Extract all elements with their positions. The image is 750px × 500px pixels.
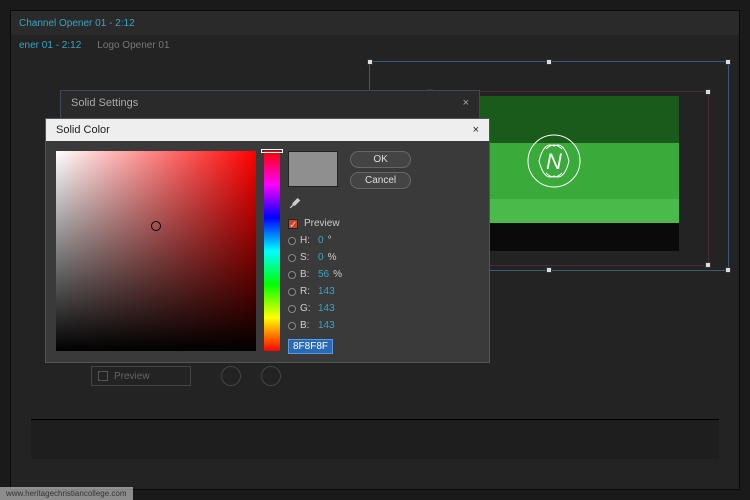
knob-icon[interactable]: [261, 366, 281, 386]
field-label: B:: [300, 269, 314, 280]
field-label: S:: [300, 252, 314, 263]
hue-slider[interactable]: [264, 151, 280, 351]
cancel-button[interactable]: Cancel: [350, 172, 411, 189]
checkbox-icon[interactable]: [98, 371, 108, 381]
radio-icon[interactable]: [288, 254, 296, 262]
spectrum-cursor-icon[interactable]: [151, 221, 161, 231]
handle-icon[interactable]: [705, 262, 711, 268]
top-toolbar: Channel Opener 01 - 2:12: [11, 11, 739, 35]
tab-inactive[interactable]: Logo Opener 01: [97, 40, 169, 51]
dialog-title: Solid Settings: [71, 97, 138, 109]
hex-input[interactable]: 8F8F8F: [288, 339, 333, 354]
hue-cursor-icon[interactable]: [261, 149, 283, 153]
field-value[interactable]: 0: [318, 252, 324, 263]
field-label: B:: [300, 320, 314, 331]
preview-toggle-box[interactable]: Preview: [91, 366, 191, 386]
tab-active[interactable]: ener 01 - 2:12: [19, 40, 81, 51]
ornate-logo-icon: N: [524, 131, 584, 191]
watermark: www.heritagechristiancollege.com: [0, 487, 133, 500]
field-label: R:: [300, 286, 314, 297]
close-icon[interactable]: ×: [473, 124, 479, 136]
preview-label: Preview: [304, 218, 340, 229]
timeline-panel[interactable]: [31, 419, 719, 459]
handle-icon[interactable]: [705, 89, 711, 95]
handle-icon[interactable]: [725, 59, 731, 65]
handle-icon[interactable]: [725, 267, 731, 273]
field-label: G:: [300, 303, 314, 314]
solid-color-dialog: Solid Color × OK Cancel ✓: [45, 118, 490, 363]
radio-icon[interactable]: [288, 322, 296, 330]
eyedropper-icon[interactable]: [288, 197, 302, 214]
radio-icon[interactable]: [288, 237, 296, 245]
field-unit: %: [328, 252, 337, 263]
handle-icon[interactable]: [546, 59, 552, 65]
preview-checkbox[interactable]: ✓: [288, 219, 298, 229]
toolbar-item[interactable]: Channel Opener 01 - 2:12: [19, 18, 135, 29]
color-swatch[interactable]: [288, 151, 338, 187]
handle-icon[interactable]: [367, 59, 373, 65]
field-value[interactable]: 0: [318, 235, 324, 246]
field-value[interactable]: 143: [318, 320, 335, 331]
close-icon[interactable]: ×: [463, 97, 469, 109]
tab-bar: ener 01 - 2:12 Logo Opener 01: [11, 35, 739, 55]
knob-icon[interactable]: [221, 366, 241, 386]
field-value[interactable]: 143: [318, 286, 335, 297]
ok-button[interactable]: OK: [350, 151, 411, 168]
preview-toggle-label: Preview: [114, 371, 150, 382]
field-value[interactable]: 56: [318, 269, 329, 280]
knob-row: [221, 366, 281, 386]
field-value[interactable]: 143: [318, 303, 335, 314]
radio-icon[interactable]: [288, 271, 296, 279]
svg-text:N: N: [546, 149, 562, 174]
color-spectrum[interactable]: [56, 151, 256, 351]
radio-icon[interactable]: [288, 288, 296, 296]
handle-icon[interactable]: [546, 267, 552, 273]
field-unit: °: [328, 235, 332, 246]
dialog-title: Solid Color: [56, 124, 110, 136]
field-unit: %: [333, 269, 342, 280]
field-label: H:: [300, 235, 314, 246]
radio-icon[interactable]: [288, 305, 296, 313]
